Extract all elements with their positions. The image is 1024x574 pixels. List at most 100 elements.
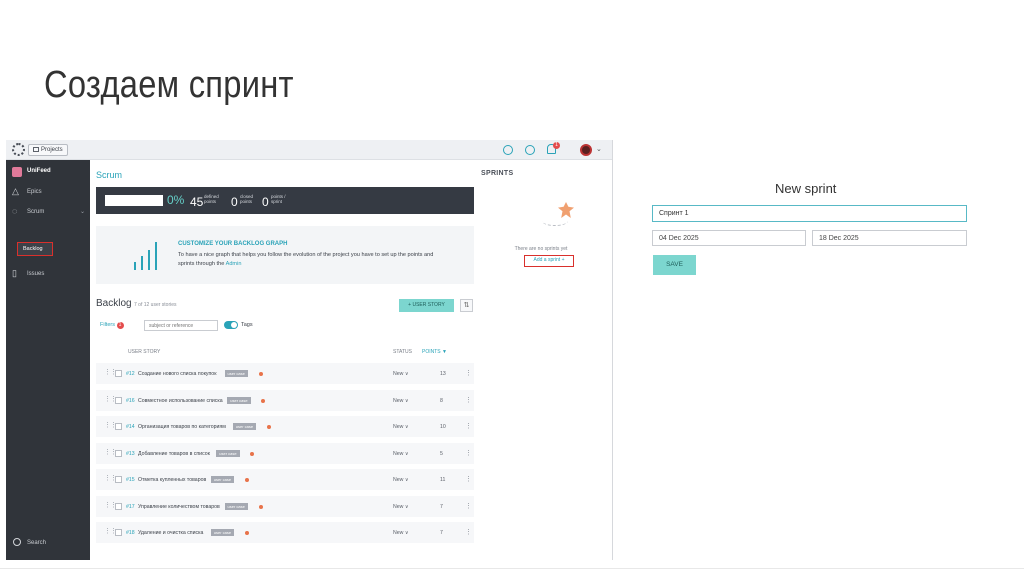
sidebar-item-issues[interactable]: ▯ Issues xyxy=(6,266,90,282)
column-header-points[interactable]: POINTS ▼ xyxy=(422,349,447,355)
user-story-name[interactable]: Совместное использование списка xyxy=(138,398,223,404)
status-dropdown[interactable]: New ∨ xyxy=(393,424,409,430)
table-row[interactable]: ⋮⋮ #14 Организация товаров по категориям us… xyxy=(96,416,474,437)
more-options-icon[interactable]: ⋮ xyxy=(465,396,472,404)
user-story-name[interactable]: Отметка купленных товаров xyxy=(138,477,206,483)
sidebar-item-scrum[interactable]: ◌ Scrum ⌄ xyxy=(6,204,90,220)
table-row[interactable]: ⋮⋮ #16 Совместное использование списка user… xyxy=(96,389,474,411)
status-dropdown[interactable]: New ∨ xyxy=(393,504,409,510)
points-value[interactable]: 5 xyxy=(440,451,443,457)
page-title: Scrum xyxy=(96,170,123,180)
priority-dot-icon xyxy=(266,425,271,429)
row-checkbox[interactable] xyxy=(115,396,122,404)
chevron-down-icon[interactable]: ⌄ xyxy=(596,145,602,153)
tags-toggle[interactable] xyxy=(224,321,238,329)
projects-button[interactable]: Projects xyxy=(28,144,68,156)
defined-points-stat: 45 defined points xyxy=(190,193,219,211)
taiga-logo-icon[interactable] xyxy=(12,143,25,156)
promo-heading: CUSTOMIZE YOUR BACKLOG GRAPH xyxy=(178,241,288,247)
user-story-ref[interactable]: #18 xyxy=(126,530,135,536)
status-dropdown[interactable]: New ∨ xyxy=(393,477,409,483)
table-row[interactable]: ⋮⋮ #13 Добавление товаров в список user cas… xyxy=(96,442,474,464)
more-options-icon[interactable]: ⋮ xyxy=(465,449,472,457)
sprint-end-date-input[interactable] xyxy=(812,230,967,246)
column-header-status[interactable]: STATUS xyxy=(393,349,412,355)
more-options-icon[interactable]: ⋮ xyxy=(465,475,472,483)
points-sprint-stat: 0 points / sprint xyxy=(262,193,286,211)
add-sprint-link[interactable]: Add a sprint + xyxy=(524,255,574,267)
sprint-start-date-input[interactable] xyxy=(652,230,806,246)
discover-icon[interactable] xyxy=(503,145,513,155)
user-story-ref[interactable]: #13 xyxy=(126,451,135,457)
user-story-tag: user case xyxy=(232,423,257,430)
table-row[interactable]: ⋮⋮ #12 Создание нового списка покупок user … xyxy=(96,363,474,384)
sidebar-project[interactable]: UniFeed xyxy=(6,164,90,180)
points-value[interactable]: 10 xyxy=(440,424,446,430)
view-options-button[interactable]: ⇅ xyxy=(460,299,473,312)
more-options-icon[interactable]: ⋮ xyxy=(465,422,472,430)
filters-button[interactable]: Filters 1 xyxy=(100,322,124,329)
points-value[interactable]: 11 xyxy=(440,477,445,483)
issues-icon: ▯ xyxy=(12,268,17,278)
save-sprint-button[interactable]: SAVE xyxy=(653,255,696,275)
user-story-ref[interactable]: #14 xyxy=(126,424,135,430)
admin-link[interactable]: Admin xyxy=(226,261,242,267)
subject-search-input[interactable] xyxy=(144,320,218,331)
row-checkbox[interactable] xyxy=(115,370,122,377)
column-header-user-story: USER STORY xyxy=(128,349,161,355)
search-icon xyxy=(13,538,21,546)
defined-points-label: defined points xyxy=(204,194,219,204)
points-value[interactable]: 7 xyxy=(440,530,443,536)
row-checkbox[interactable] xyxy=(115,476,122,483)
sidebar-item-backlog[interactable]: Backlog xyxy=(17,242,53,256)
user-story-name[interactable]: Создание нового списка покупок xyxy=(138,371,216,377)
sidebar-item-epics[interactable]: △ Epics xyxy=(6,184,90,200)
epics-icon: △ xyxy=(12,186,19,196)
table-row[interactable]: ⋮⋮ #15 Отметка купленных товаров user case N… xyxy=(96,469,474,490)
user-story-ref[interactable]: #17 xyxy=(126,504,135,510)
row-checkbox[interactable] xyxy=(115,529,122,536)
sidebar-item-label: Backlog xyxy=(23,246,43,252)
no-sprints-text: There are no sprints yet xyxy=(514,246,568,252)
user-story-tag: user case xyxy=(227,396,251,404)
user-story-tag: user case xyxy=(210,529,235,536)
user-story-name[interactable]: Организация товаров по категориям xyxy=(138,424,226,430)
chevron-down-icon: ⌄ xyxy=(80,209,86,215)
slide-divider xyxy=(0,568,1024,569)
bar-chart-icon xyxy=(134,240,162,270)
status-dropdown[interactable]: New ∨ xyxy=(393,371,409,377)
user-story-name[interactable]: Управление количеством товаров xyxy=(138,504,220,510)
points-value[interactable]: 13 xyxy=(440,371,446,377)
user-story-tag: user case xyxy=(210,476,235,483)
more-options-icon[interactable]: ⋮ xyxy=(465,369,472,377)
user-story-ref[interactable]: #16 xyxy=(126,398,135,404)
status-dropdown[interactable]: New ∨ xyxy=(393,398,409,404)
points-value[interactable]: 8 xyxy=(440,398,443,404)
status-dropdown[interactable]: New ∨ xyxy=(393,451,409,457)
more-options-icon[interactable]: ⋮ xyxy=(465,502,472,510)
more-options-icon[interactable]: ⋮ xyxy=(465,528,472,536)
sidebar-search-label: Search xyxy=(27,540,47,546)
table-row[interactable]: ⋮⋮ #18 Удаление и очистка списка user case N… xyxy=(96,522,474,543)
user-avatar[interactable] xyxy=(580,144,592,156)
points-sprint-value: 0 xyxy=(262,195,269,209)
notification-badge: 1 xyxy=(553,142,560,149)
progress-bar xyxy=(105,195,163,206)
sidebar-search[interactable]: Search xyxy=(6,536,90,552)
table-row[interactable]: ⋮⋮ #17 Управление количеством товаров user … xyxy=(96,495,474,517)
sprint-name-input[interactable] xyxy=(652,205,967,222)
user-story-ref[interactable]: #12 xyxy=(126,371,135,377)
add-user-story-button[interactable]: + USER STORY xyxy=(399,299,454,312)
project-logo-icon xyxy=(12,167,22,177)
tags-label: Tags xyxy=(241,322,253,328)
row-checkbox[interactable] xyxy=(115,502,122,510)
row-checkbox[interactable] xyxy=(115,449,122,457)
user-story-ref[interactable]: #15 xyxy=(126,477,135,483)
user-story-name[interactable]: Удаление и очистка списка xyxy=(138,530,203,536)
help-icon[interactable] xyxy=(525,145,535,155)
user-story-name[interactable]: Добавление товаров в список xyxy=(138,451,210,457)
points-value[interactable]: 7 xyxy=(440,504,443,510)
sidebar-item-label: Scrum xyxy=(27,209,45,215)
status-dropdown[interactable]: New ∨ xyxy=(393,530,409,536)
row-checkbox[interactable] xyxy=(115,423,122,430)
